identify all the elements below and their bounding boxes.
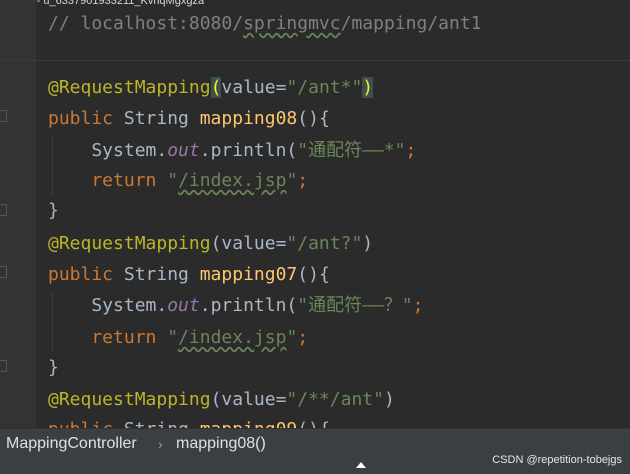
- code-token: mapping07: [199, 264, 298, 285]
- code-token: .println(: [199, 295, 298, 316]
- code-token: (){: [297, 264, 330, 285]
- code-token: out: [167, 295, 200, 316]
- code-token: out: [167, 140, 200, 161]
- code-token: "通配符——*": [297, 140, 406, 161]
- breadcrumb-method[interactable]: mapping08(): [176, 433, 266, 455]
- code-token: (value=: [210, 389, 287, 410]
- breadcrumb-separator-icon: ›: [158, 436, 163, 452]
- code-token: ): [362, 233, 374, 254]
- code-token: ;: [405, 140, 417, 161]
- code-token: System.: [48, 295, 168, 316]
- code-line[interactable]: @RequestMapping(value="/ant?"): [48, 230, 373, 258]
- code-line[interactable]: public String mapping07(){: [48, 261, 330, 289]
- code-line[interactable]: System.out.println("通配符——*";: [48, 137, 416, 165]
- code-token: /mapping/ant1: [340, 13, 482, 34]
- indent-guide: [52, 136, 53, 196]
- code-token: String: [123, 108, 200, 129]
- code-line[interactable]: @RequestMapping(value="/ant*"): [48, 74, 374, 102]
- code-token: "/**/ant": [286, 389, 384, 410]
- code-token: ": [167, 327, 179, 348]
- code-line[interactable]: return "/index.jsp";: [48, 167, 308, 195]
- code-token: @RequestMapping: [48, 389, 211, 410]
- code-token: String: [123, 264, 200, 285]
- code-token: ": [286, 327, 298, 348]
- code-token: // localhost:8080/: [48, 13, 244, 34]
- code-token: ): [362, 77, 374, 98]
- code-token: return: [48, 327, 168, 348]
- code-token: .println(: [199, 140, 298, 161]
- watermark: CSDN @repetition-tobejgs: [492, 454, 622, 466]
- code-line[interactable]: return "/index.jsp";: [48, 324, 308, 352]
- code-line[interactable]: public String mapping08(){: [48, 105, 330, 133]
- code-line[interactable]: }: [48, 354, 59, 382]
- code-editor[interactable]: // localhost:8080/springmvc/mapping/ant1…: [0, 0, 630, 440]
- code-token: ": [167, 170, 179, 191]
- code-line[interactable]: @RequestMapping(value="/**/ant"): [48, 386, 395, 414]
- code-token: }: [48, 200, 59, 221]
- code-token: ): [383, 389, 395, 410]
- code-token: @RequestMapping: [48, 233, 211, 254]
- code-token: return: [48, 170, 168, 191]
- code-token: (value=: [210, 233, 287, 254]
- indent-guide: [52, 292, 53, 352]
- code-token: "/ant?": [286, 233, 363, 254]
- code-token: /index.jsp: [178, 327, 287, 348]
- code-token: value=: [221, 77, 287, 98]
- code-token: "/ant*": [286, 77, 363, 98]
- code-token: /index.jsp: [178, 170, 287, 191]
- code-token: public: [48, 108, 124, 129]
- code-token: ;: [297, 170, 309, 191]
- code-token: (){: [297, 108, 330, 129]
- breadcrumb-class[interactable]: MappingController: [6, 433, 137, 455]
- code-token: springmvc: [243, 13, 341, 34]
- code-token: "通配符——？": [297, 295, 413, 316]
- code-token: ;: [412, 295, 424, 316]
- code-token: ": [286, 170, 298, 191]
- code-token: ;: [297, 327, 309, 348]
- code-token: (: [210, 77, 222, 98]
- code-token: public: [48, 264, 124, 285]
- code-line[interactable]: System.out.println("通配符——？";: [48, 292, 423, 320]
- code-token: }: [48, 357, 59, 378]
- code-token: mapping08: [199, 108, 298, 129]
- code-line[interactable]: }: [48, 197, 59, 225]
- mouse-cursor-icon: [356, 462, 366, 468]
- code-token: System.: [48, 140, 168, 161]
- code-line[interactable]: // localhost:8080/springmvc/mapping/ant1: [48, 10, 482, 38]
- breadcrumb-bar: MappingController › mapping08() CSDN @re…: [0, 428, 630, 474]
- code-token: @RequestMapping: [48, 77, 211, 98]
